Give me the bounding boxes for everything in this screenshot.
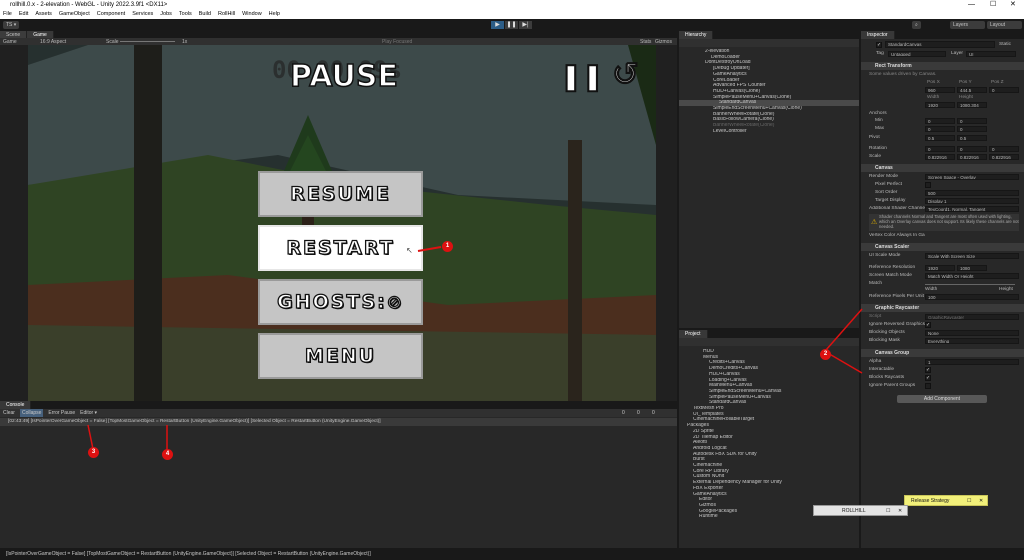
annotation-marker-3: 3	[88, 447, 99, 458]
annotation-marker-4: 4	[162, 449, 173, 460]
annotation-arrows	[87, 246, 863, 450]
annotation-marker-1: 1	[442, 241, 453, 252]
annotation-marker-2: 2	[820, 349, 831, 360]
